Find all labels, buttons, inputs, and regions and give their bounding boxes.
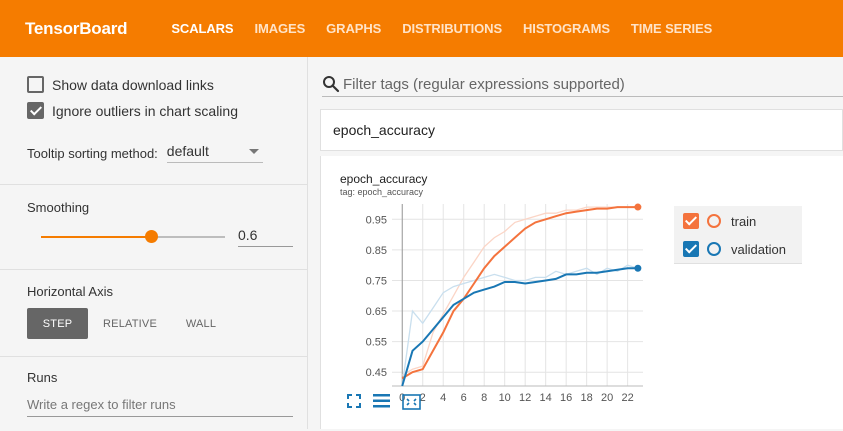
x-tick-label: 20: [601, 392, 613, 404]
tab-time-series[interactable]: TIME SERIES: [631, 21, 712, 36]
tooltip-sorting-row: Tooltip sorting method: default: [27, 143, 263, 163]
smoothing-value-input[interactable]: 0.6: [238, 227, 293, 247]
axis-relative-button[interactable]: RELATIVE: [96, 308, 164, 339]
main-panel: Filter tags (regular expressions support…: [308, 57, 843, 429]
x-tick-label: 10: [499, 392, 511, 404]
brand-title: TensorBoard: [25, 18, 128, 38]
train-color-circle: [707, 214, 721, 228]
accuracy-line-chart[interactable]: 0.450.550.650.750.850.950 2 4 6 8 10 12 14 16 18 2…: [321, 196, 651, 431]
y-tick-label: 0.95: [366, 214, 387, 226]
x-tick-label: 22: [622, 392, 634, 404]
y-tick-label: 0.45: [366, 367, 387, 379]
show-download-links-option[interactable]: Show data download links: [27, 76, 214, 93]
fit-domain-icon[interactable]: [402, 394, 421, 410]
sidebar: Show data download links Ignore outliers…: [0, 57, 308, 429]
validation-color-circle: [707, 242, 721, 256]
tab-graphs[interactable]: GRAPHS: [326, 21, 381, 36]
fullscreen-icon[interactable]: [347, 394, 361, 408]
chart-title: epoch_accuracy: [340, 172, 428, 186]
ignore-outliers-label: Ignore outliers in chart scaling: [52, 102, 238, 119]
x-tick-label: 6: [461, 392, 467, 404]
category-header[interactable]: epoch_accuracy: [320, 109, 843, 151]
checkbox-show-download[interactable]: [27, 76, 44, 93]
tab-images[interactable]: IMAGES: [254, 21, 305, 36]
x-tick-label: 8: [481, 392, 487, 404]
x-tick-label: 18: [581, 392, 593, 404]
tab-scalars[interactable]: SCALARS: [171, 21, 233, 36]
legend-item-train[interactable]: train: [683, 213, 756, 229]
legend-checkbox-validation[interactable]: [683, 241, 699, 257]
smoothing-title: Smoothing: [27, 200, 90, 215]
y-tick-label: 0.55: [366, 337, 387, 349]
legend-item-validation[interactable]: validation: [683, 241, 786, 257]
smoothing-slider-fill: [41, 236, 151, 238]
series-endpoint-train: [634, 203, 642, 211]
smoothing-slider[interactable]: [41, 230, 225, 243]
y-tick-label: 0.85: [366, 245, 387, 257]
tab-distributions[interactable]: DISTRIBUTIONS: [402, 21, 502, 36]
ignore-outliers-option[interactable]: Ignore outliers in chart scaling: [27, 102, 238, 119]
x-tick-label: 14: [540, 392, 552, 404]
top-bar: TensorBoard SCALARS IMAGES GRAPHS DISTRI…: [0, 0, 843, 57]
legend-label-validation: validation: [731, 241, 786, 257]
legend-checkbox-train[interactable]: [683, 213, 699, 229]
runs-filter-input[interactable]: Write a regex to filter runs: [27, 397, 293, 417]
horizontal-axis-title: Horizontal Axis: [27, 284, 113, 299]
tooltip-sorting-label: Tooltip sorting method:: [27, 145, 158, 161]
tooltip-sorting-value: default: [166, 143, 209, 159]
show-download-label: Show data download links: [52, 76, 214, 93]
tag-filter-placeholder: Filter tags (regular expressions support…: [343, 75, 625, 93]
chevron-down-icon: [248, 148, 259, 154]
y-tick-label: 0.65: [366, 306, 387, 318]
axis-step-button[interactable]: STEP: [27, 308, 88, 339]
series-endpoint-validation: [634, 264, 642, 272]
axis-wall-button[interactable]: WALL: [176, 308, 226, 339]
tag-filter-input[interactable]: Filter tags (regular expressions support…: [322, 72, 843, 97]
series-smoothed-line-train: [401, 206, 638, 380]
tooltip-sorting-select[interactable]: default: [166, 143, 263, 163]
x-tick-label: 4: [440, 392, 446, 404]
tab-histograms[interactable]: HISTOGRAMS: [523, 21, 610, 36]
checkbox-ignore-outliers[interactable]: [27, 102, 44, 119]
smoothing-slider-thumb[interactable]: [145, 230, 158, 243]
x-tick-label: 12: [519, 392, 531, 404]
series-smoothed-line-validation: [401, 267, 638, 387]
y-tick-label: 0.75: [366, 275, 387, 287]
search-icon: [323, 76, 340, 93]
chart-card: epoch_accuracy tag: epoch_accuracy 0.45 0…: [320, 156, 843, 429]
runs-title: Runs: [27, 370, 58, 385]
toggle-log-scale-icon[interactable]: [373, 394, 390, 408]
chart-legend: train validation: [674, 206, 802, 264]
legend-label-train: train: [731, 213, 757, 229]
x-tick-label: 16: [560, 392, 572, 404]
